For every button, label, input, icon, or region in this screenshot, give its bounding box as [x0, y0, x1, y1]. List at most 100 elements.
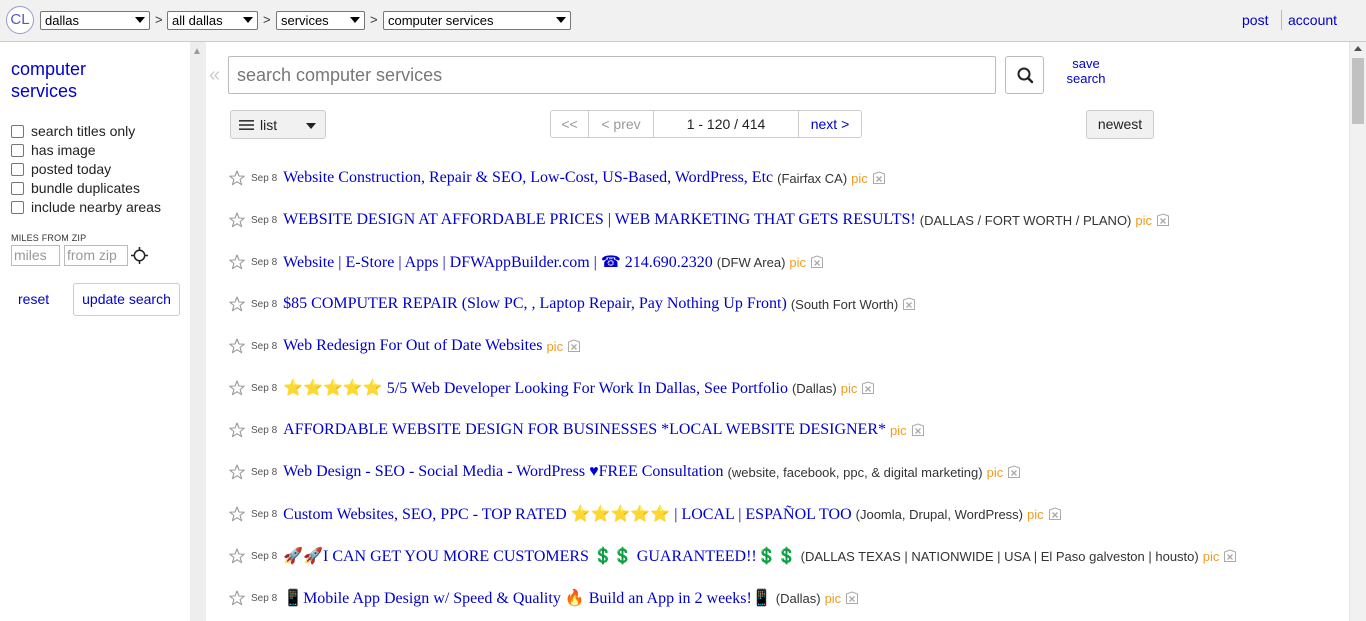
category-title-line1: computer	[11, 59, 87, 79]
hide-posting-icon[interactable]	[1048, 507, 1062, 521]
result-title-link[interactable]: WEBSITE DESIGN AT AFFORDABLE PRICES | WE…	[283, 211, 916, 229]
subarea-select[interactable]: all dallas	[167, 11, 258, 30]
page-scrollbar[interactable]	[1349, 42, 1366, 621]
collapse-sidebar-icon[interactable]: «	[209, 64, 220, 87]
result-date: Sep 8	[251, 466, 278, 478]
result-title-link[interactable]: Web Redesign For Out of Date Websites	[283, 337, 542, 355]
checkbox-box[interactable]	[11, 143, 24, 157]
result-title-link[interactable]: ⭐⭐⭐⭐⭐ 5/5 Web Developer Looking For Work…	[283, 378, 788, 398]
breadcrumb-separator: >	[263, 12, 271, 27]
category-select[interactable]: computer services	[383, 11, 571, 30]
result-row: Sep 8 $85 COMPUTER REPAIR (Slow PC, , Lap…	[229, 293, 916, 315]
result-location: (Dallas)	[791, 380, 837, 396]
include-nearby-areas-checkbox[interactable]: include nearby areas	[11, 199, 161, 215]
hide-posting-icon[interactable]	[902, 297, 916, 311]
favorite-star-icon[interactable]	[229, 254, 245, 270]
result-row: Sep 8 Web Design - SEO - Social Media - W…	[229, 461, 1021, 483]
list-view-icon	[239, 120, 254, 130]
hide-posting-icon[interactable]	[911, 423, 925, 437]
result-row: Sep 8 Custom Websites, SEO, PPC - TOP RAT…	[229, 503, 1062, 525]
result-date: Sep 8	[251, 508, 278, 520]
locate-me-icon[interactable]	[131, 247, 148, 264]
prev-page-button[interactable]: < prev	[589, 111, 654, 137]
hide-posting-icon[interactable]	[861, 381, 875, 395]
hide-posting-icon[interactable]	[1156, 213, 1170, 227]
hide-posting-icon[interactable]	[1007, 465, 1021, 479]
checkbox-box[interactable]	[11, 200, 24, 214]
result-row: Sep 8 WEBSITE DESIGN AT AFFORDABLE PRICES…	[229, 209, 1170, 231]
favorite-star-icon[interactable]	[229, 296, 245, 312]
search-button[interactable]	[1005, 56, 1044, 94]
checkbox-box[interactable]	[11, 124, 24, 138]
checkbox-box[interactable]	[11, 181, 24, 195]
result-date: Sep 8	[251, 424, 278, 436]
bundle-duplicates-checkbox[interactable]: bundle duplicates	[11, 180, 140, 196]
favorite-star-icon[interactable]	[229, 380, 245, 396]
posted-today-checkbox[interactable]: posted today	[11, 161, 111, 177]
favorite-star-icon[interactable]	[229, 548, 245, 564]
result-pic-badge: pic	[890, 422, 907, 438]
section-select[interactable]: services	[276, 11, 365, 30]
result-title-link[interactable]: 🚀🚀I CAN GET YOU MORE CUSTOMERS 💲💲 GUARAN…	[283, 546, 796, 566]
hide-posting-icon[interactable]	[810, 255, 824, 269]
has-image-checkbox[interactable]: has image	[11, 142, 96, 158]
category-title[interactable]: computer services	[11, 58, 86, 102]
result-location: (DALLAS / FORT WORTH / PLANO)	[919, 212, 1132, 228]
favorite-star-icon[interactable]	[229, 506, 245, 522]
scrollbar-thumb[interactable]	[1352, 58, 1364, 124]
result-location: (Fairfax CA)	[777, 170, 848, 186]
miles-input[interactable]: miles	[11, 245, 60, 266]
hide-posting-icon[interactable]	[567, 339, 581, 353]
subarea-select-value: all dallas	[172, 13, 223, 28]
view-mode-select[interactable]: list	[230, 110, 326, 139]
area-select[interactable]: dallas	[40, 11, 150, 30]
result-date: Sep 8	[251, 172, 278, 184]
result-row: Sep 8 Website Construction, Repair & SEO,…	[229, 167, 886, 189]
search-input[interactable]: search computer services	[228, 56, 996, 94]
result-title-link[interactable]: Web Design - SEO - Social Media - WordPr…	[283, 463, 723, 481]
zip-input[interactable]: from zip	[64, 245, 128, 266]
result-date: Sep 8	[251, 214, 278, 226]
result-row: Sep 8 📱Mobile App Design w/ Speed & Quali…	[229, 587, 859, 609]
result-title-link[interactable]: Website Construction, Repair & SEO, Low-…	[283, 169, 773, 187]
post-link[interactable]: post	[1242, 12, 1268, 28]
result-pic-badge: pic	[840, 380, 858, 396]
next-page-button[interactable]: next >	[799, 111, 861, 137]
favorite-star-icon[interactable]	[229, 464, 245, 480]
sidebar-toggle-strip[interactable]	[190, 42, 206, 621]
favorite-star-icon[interactable]	[229, 338, 245, 354]
sidebar-scroll-up-icon[interactable]: ▲	[192, 46, 202, 57]
save-search-link[interactable]: save search	[1060, 56, 1112, 86]
breadcrumb-separator: >	[370, 12, 378, 27]
favorite-star-icon[interactable]	[229, 170, 245, 186]
craigslist-logo[interactable]: CL	[6, 6, 34, 34]
favorite-star-icon[interactable]	[229, 212, 245, 228]
sort-newest-button[interactable]: newest	[1086, 110, 1154, 139]
first-page-button[interactable]: <<	[551, 111, 589, 137]
hide-posting-icon[interactable]	[1223, 549, 1237, 563]
reset-button[interactable]: reset	[18, 291, 49, 307]
result-title-link[interactable]: Website | E-Store | Apps | DFWAppBuilder…	[283, 252, 713, 272]
account-link[interactable]: account	[1288, 12, 1337, 28]
search-titles-only-checkbox[interactable]: search titles only	[11, 123, 135, 139]
favorite-star-icon[interactable]	[229, 422, 245, 438]
hide-posting-icon[interactable]	[845, 591, 859, 605]
checkbox-box[interactable]	[11, 162, 24, 176]
checkbox-label: bundle duplicates	[31, 180, 140, 196]
result-pic-badge: pic	[1202, 548, 1220, 564]
result-title-link[interactable]: Custom Websites, SEO, PPC - TOP RATED ⭐⭐…	[283, 504, 852, 524]
update-search-button[interactable]: update search	[73, 283, 180, 316]
result-location: (DFW Area)	[716, 254, 786, 270]
section-select-value: services	[281, 13, 329, 28]
hide-posting-icon[interactable]	[872, 171, 886, 185]
checkbox-label: search titles only	[31, 123, 136, 139]
favorite-star-icon[interactable]	[229, 590, 245, 606]
scroll-up-arrow-icon[interactable]	[1354, 46, 1362, 51]
result-title-link[interactable]: 📱Mobile App Design w/ Speed & Quality 🔥 …	[283, 588, 772, 608]
breadcrumb-separator: >	[155, 12, 163, 27]
result-row: Sep 8 🚀🚀I CAN GET YOU MORE CUSTOMERS 💲💲 G…	[229, 545, 1237, 567]
chevron-down-icon	[135, 17, 145, 23]
result-title-link[interactable]: $85 COMPUTER REPAIR (Slow PC, , Laptop R…	[283, 295, 787, 313]
result-title-link[interactable]: AFFORDABLE WEBSITE DESIGN FOR BUSINESSES…	[283, 421, 886, 439]
result-date: Sep 8	[251, 298, 278, 310]
